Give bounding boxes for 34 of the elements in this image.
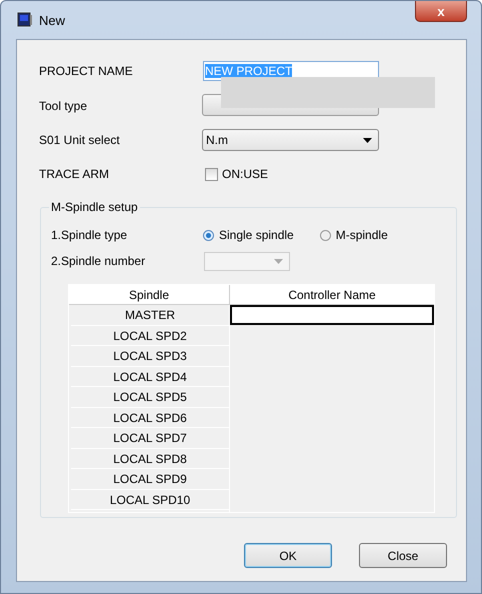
table-cell: LOCAL SPD4 xyxy=(71,366,229,387)
field-label: PROJECT NAME xyxy=(39,63,134,80)
table-cell: LOCAL SPD8 xyxy=(71,448,229,469)
close-button[interactable]: Close xyxy=(359,543,447,568)
table-cell: MASTER xyxy=(71,305,229,326)
column-header: Controller Name xyxy=(229,285,434,305)
field-label: S01 Unit select xyxy=(39,132,121,149)
radio-label: Single spindle xyxy=(219,228,294,242)
table-cell: LOCAL SPD5 xyxy=(71,387,229,408)
table-cell: LOCAL SPD3 xyxy=(71,346,229,366)
radio-button[interactable] xyxy=(203,230,214,240)
table-cell: LOCAL SPD6 xyxy=(71,408,229,428)
app-icon xyxy=(17,12,33,28)
window-close-button[interactable]: x xyxy=(415,1,467,22)
table-cell: LOCAL SPD9 xyxy=(71,469,229,490)
field-label: TRACE ARM xyxy=(39,166,110,183)
radio-label: M-spindle xyxy=(336,228,388,242)
table-cell: LOCAL SPD2 xyxy=(71,326,229,346)
checkbox-label: ON:USE xyxy=(222,167,268,181)
caret-icon xyxy=(274,258,283,264)
field-label: 2.Spindle number xyxy=(51,254,146,268)
group-title: M-Spindle setup xyxy=(50,200,139,214)
radio-button[interactable] xyxy=(320,230,331,240)
window-title: New xyxy=(39,12,66,28)
checkbox[interactable] xyxy=(205,168,218,180)
field-label: Tool type xyxy=(39,98,88,114)
table-cell: LOCAL SPD7 xyxy=(71,428,229,448)
controller-name-field[interactable] xyxy=(230,305,434,325)
unit-dropdown[interactable]: N.m xyxy=(202,129,379,151)
ok-button[interactable]: OK xyxy=(244,543,332,568)
column-header: Spindle xyxy=(69,285,229,305)
field-label: 1.Spindle type xyxy=(51,228,128,242)
table-cell: LOCAL SPD10 xyxy=(71,490,229,510)
caret-icon xyxy=(363,138,372,142)
